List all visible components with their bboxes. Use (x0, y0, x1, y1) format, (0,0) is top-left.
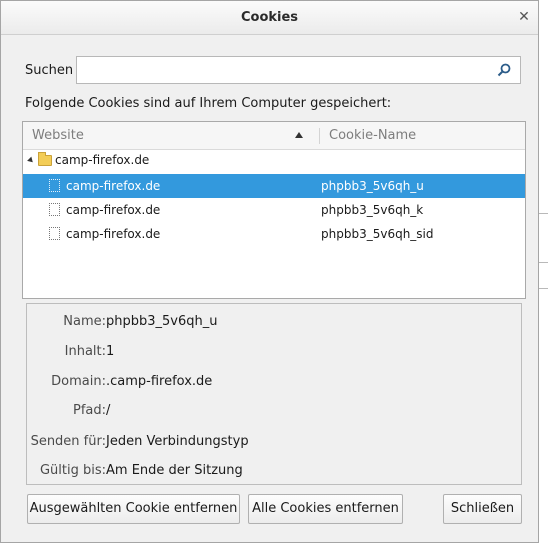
send-for-value: Jeden Verbindungstyp (106, 434, 249, 449)
row-cookie-name: phpbb3_5v6qh_u (321, 179, 424, 193)
table-row[interactable]: camp-firefox.de phpbb3_5v6qh_k (23, 198, 525, 222)
content-label: Inhalt: (64, 344, 106, 359)
domain-label: Domain: (51, 374, 106, 389)
row-site: camp-firefox.de (66, 203, 161, 217)
folder-icon (38, 152, 52, 166)
close-icon[interactable]: ✕ (516, 9, 532, 25)
send-for-label: Senden für: (30, 434, 106, 449)
table-row[interactable]: camp-firefox.de phpbb3_5v6qh_sid (23, 222, 525, 246)
search-label: Suchen (25, 63, 74, 78)
path-value: / (106, 403, 111, 418)
row-site: camp-firefox.de (66, 179, 161, 193)
cookie-document-icon (49, 179, 60, 192)
sort-ascending-icon[interactable] (295, 132, 303, 138)
tree-header: Website Cookie-Name (23, 122, 525, 150)
content-value: 1 (106, 344, 115, 359)
intro-text: Folgende Cookies sind auf Ihrem Computer… (25, 96, 392, 111)
title-bar: Cookies ✕ (1, 1, 538, 35)
row-cookie-name: phpbb3_5v6qh_k (321, 203, 424, 217)
name-label: Name: (63, 314, 106, 329)
folder-site-label: camp-firefox.de (55, 153, 150, 167)
close-button[interactable]: Schließen (443, 494, 522, 524)
search-input[interactable] (76, 56, 521, 84)
background-divider (539, 262, 548, 263)
search-icon[interactable] (497, 63, 511, 77)
column-separator[interactable] (319, 128, 320, 144)
cookies-dialog: Cookies ✕ Suchen Folgende Cookies sind a… (0, 0, 539, 543)
row-cookie-name: phpbb3_5v6qh_sid (321, 227, 434, 241)
row-site: camp-firefox.de (66, 227, 161, 241)
column-cookie-name[interactable]: Cookie-Name (329, 128, 416, 143)
background-divider (539, 213, 548, 214)
background-window (539, 0, 548, 543)
column-website[interactable]: Website (32, 128, 84, 143)
table-row[interactable]: camp-firefox.de phpbb3_5v6qh_u (23, 174, 525, 198)
dialog-title: Cookies (240, 10, 299, 25)
domain-value: .camp-firefox.de (106, 374, 213, 389)
cookie-tree[interactable]: Website Cookie-Name camp-firefox.de camp… (22, 121, 526, 299)
cookie-document-icon (49, 203, 60, 216)
expires-value: Am Ende der Sitzung (106, 463, 243, 478)
cookie-details-panel: Name: phpbb3_5v6qh_u Inhalt: 1 Domain: .… (26, 303, 522, 485)
remove-selected-cookie-button[interactable]: Ausgewählten Cookie entfernen (27, 494, 240, 524)
tree-folder-row[interactable]: camp-firefox.de (23, 150, 525, 174)
background-divider (539, 288, 548, 289)
name-value: phpbb3_5v6qh_u (106, 314, 218, 329)
expand-twisty-icon[interactable] (27, 156, 35, 165)
cookie-document-icon (49, 227, 60, 240)
path-label: Pfad: (72, 403, 106, 418)
remove-all-cookies-button[interactable]: Alle Cookies entfernen (248, 494, 403, 524)
expires-label: Gültig bis: (39, 463, 106, 478)
